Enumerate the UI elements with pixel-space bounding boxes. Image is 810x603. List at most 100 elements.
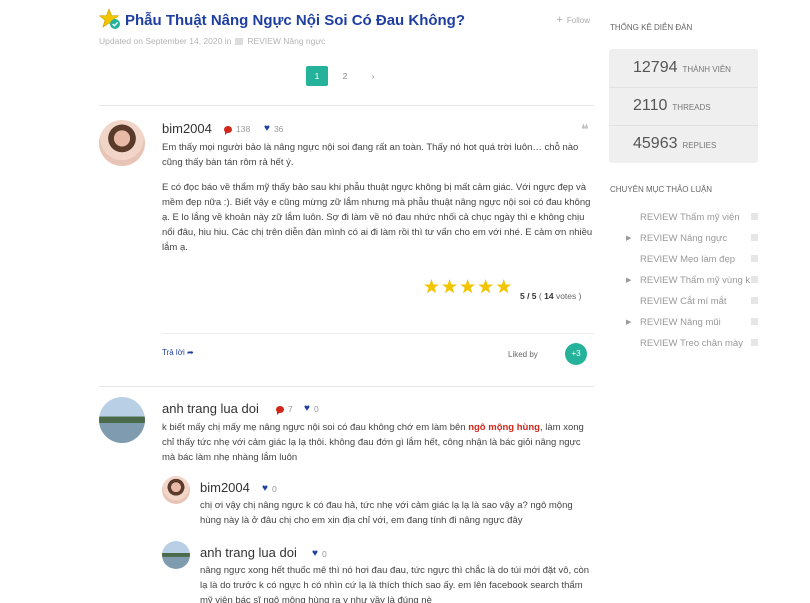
avatar[interactable] xyxy=(99,120,145,166)
reply-comments-count: 7 xyxy=(276,404,293,415)
reply-body: k biết mấy chị mấy mẹ nâng ngực nội soi … xyxy=(162,420,594,465)
nested-reply-likes-count: ♥ 0 xyxy=(262,483,277,495)
heart-icon: ♥ xyxy=(264,123,270,134)
star-icon[interactable]: ★ xyxy=(459,278,476,297)
post-comments-count: 138 xyxy=(224,124,251,135)
follow-button[interactable]: + Follow xyxy=(556,14,590,26)
rating-summary: 5 / 5 ( 14 votes ) xyxy=(520,291,582,301)
star-icon[interactable]: ★ xyxy=(441,278,458,297)
post-author[interactable]: bim2004 xyxy=(162,121,212,136)
heart-icon: ♥ xyxy=(312,548,318,559)
star-icon[interactable]: ★ xyxy=(495,278,512,297)
topic-title: Phẫu Thuật Nâng Ngực Nội Soi Có Đau Khôn… xyxy=(125,12,466,29)
nested-reply-author[interactable]: bim2004 xyxy=(200,480,250,495)
category-list: REVIEW Thẩm mỹ viện ▶ REVIEW Nâng ngực RE… xyxy=(626,211,762,358)
highlight-link[interactable]: ngô mộng hùng xyxy=(468,422,540,433)
updated-date: Updated on September 14, 2020 in xyxy=(99,36,232,46)
next-page-button[interactable]: › xyxy=(362,66,384,86)
likes-count-value: 36 xyxy=(273,124,284,134)
nested-reply-author[interactable]: anh trang lua doi xyxy=(200,545,297,560)
category-square-icon xyxy=(751,297,758,304)
caret-right-icon[interactable]: ▶ xyxy=(626,316,631,329)
post-body: Em thấy mọi người bảo là nâng ngực nội s… xyxy=(162,140,594,265)
threads-label: THREADS xyxy=(672,103,711,112)
category-label: REVIEW Treo chân mày xyxy=(640,338,743,349)
caret-right-icon[interactable]: ▶ xyxy=(626,232,631,245)
stats-members: 12794 THÀNH VIÊN xyxy=(633,59,731,77)
quote-icon[interactable]: ❝ xyxy=(581,121,589,138)
category-square-icon xyxy=(751,276,758,283)
post-likes-count: ♥ 36 xyxy=(264,123,284,135)
replies-label: REPLIES xyxy=(682,141,717,150)
comment-bubble-icon xyxy=(276,405,284,415)
divider xyxy=(609,87,758,88)
likes-count-value: 0 xyxy=(271,484,277,494)
star-icon[interactable]: ★ xyxy=(423,278,440,297)
post-paragraph: Em thấy mọi người bảo là nâng ngực nội s… xyxy=(162,142,579,168)
category-label: REVIEW Cắt mí mắt xyxy=(640,296,727,307)
caret-right-icon[interactable]: ▶ xyxy=(626,274,631,287)
heart-icon: ♥ xyxy=(262,483,268,494)
likes-count-value: 0 xyxy=(313,404,319,414)
follow-label: Follow xyxy=(566,16,590,25)
avatar[interactable] xyxy=(162,541,190,569)
rating-votes-label: votes xyxy=(555,291,577,301)
comments-count-value: 138 xyxy=(236,124,251,134)
category-label: REVIEW Thẩm mỹ vùng kín xyxy=(640,275,759,286)
page-2-button[interactable]: 2 xyxy=(334,66,356,86)
forum-stats-box: 12794 THÀNH VIÊN 2110 THREADS 45963 REPL… xyxy=(609,49,758,163)
reply-text: k biết mấy chị mấy mẹ nâng ngực nội soi … xyxy=(162,422,469,433)
avatar[interactable] xyxy=(162,476,190,504)
nested-reply-body: nâng ngực xong hết thuốc mê thì nó hơi đ… xyxy=(200,565,590,603)
threads-count: 2110 xyxy=(633,97,668,114)
members-label: THÀNH VIÊN xyxy=(682,65,731,74)
rating-stars[interactable]: ★ ★ ★ ★ ★ xyxy=(423,278,512,297)
category-square-icon xyxy=(751,318,758,325)
category-item[interactable]: REVIEW Thẩm mỹ viện xyxy=(626,211,762,224)
category-square-icon xyxy=(751,339,758,346)
category-item[interactable]: ▶ REVIEW Nâng ngực xyxy=(626,232,762,245)
category-square-icon xyxy=(751,255,758,262)
members-count: 12794 xyxy=(633,59,678,76)
reply-button[interactable]: Trả lời ➦ xyxy=(162,348,194,357)
liked-by-label: Liked by xyxy=(508,350,538,359)
star-icon[interactable]: ★ xyxy=(477,278,494,297)
category-label: REVIEW Mẹo làm đẹp xyxy=(640,254,736,265)
category-label: REVIEW Nâng ngực xyxy=(640,233,728,244)
heart-icon: ♥ xyxy=(304,403,310,414)
reply-arrow-icon: ➦ xyxy=(186,348,194,357)
reply-label: Trả lời xyxy=(162,348,185,357)
divider xyxy=(99,105,594,106)
categories-title: CHUYÊN MỤC THẢO LUẬN xyxy=(610,185,713,194)
nested-reply-body: chị ơi vậy chị nâng ngực k có đau hả, tứ… xyxy=(200,500,573,526)
page-1-button[interactable]: 1 xyxy=(306,66,328,86)
category-square-icon xyxy=(751,213,758,220)
post-paragraph: E có đọc báo về thẩm mỹ thấy bảo sau khi… xyxy=(162,182,593,253)
replies-count: 45963 xyxy=(633,135,678,152)
reply-likes-count: ♥ 0 xyxy=(304,403,319,415)
category-square-icon xyxy=(751,234,758,241)
category-item[interactable]: ▶ REVIEW Nâng mũi xyxy=(626,316,762,329)
comments-count-value: 7 xyxy=(288,404,293,414)
rating-votes: 14 xyxy=(544,291,554,301)
divider xyxy=(609,125,758,126)
nested-reply-likes-count: ♥ 0 xyxy=(312,548,327,560)
comment-bubble-icon xyxy=(224,125,232,135)
stats-replies: 45963 REPLIES xyxy=(633,135,716,153)
category-item[interactable]: REVIEW Treo chân mày xyxy=(626,337,762,350)
reply-author[interactable]: anh trang lua doi xyxy=(162,401,259,416)
category-item[interactable]: REVIEW Mẹo làm đẹp xyxy=(626,253,762,266)
category-item[interactable]: ▶ REVIEW Thẩm mỹ vùng kín xyxy=(626,274,762,287)
likes-count-value: 0 xyxy=(321,549,327,559)
liked-count-badge[interactable]: +3 xyxy=(565,343,587,365)
avatar[interactable] xyxy=(99,397,145,443)
stats-threads: 2110 THREADS xyxy=(633,97,711,115)
topic-meta: Updated on September 14, 2020 in REVIEW N… xyxy=(99,36,325,46)
stats-title: THỐNG KÊ DIỄN ĐÀN xyxy=(610,23,693,32)
topic-category-link[interactable]: REVIEW Nâng ngực xyxy=(247,36,325,46)
featured-star-icon xyxy=(99,8,120,29)
category-item[interactable]: REVIEW Cắt mí mắt xyxy=(626,295,762,308)
category-label: REVIEW Nâng mũi xyxy=(640,317,721,328)
rating-score: 5 / 5 xyxy=(520,291,537,301)
pagination: 1 2 › xyxy=(306,66,384,86)
